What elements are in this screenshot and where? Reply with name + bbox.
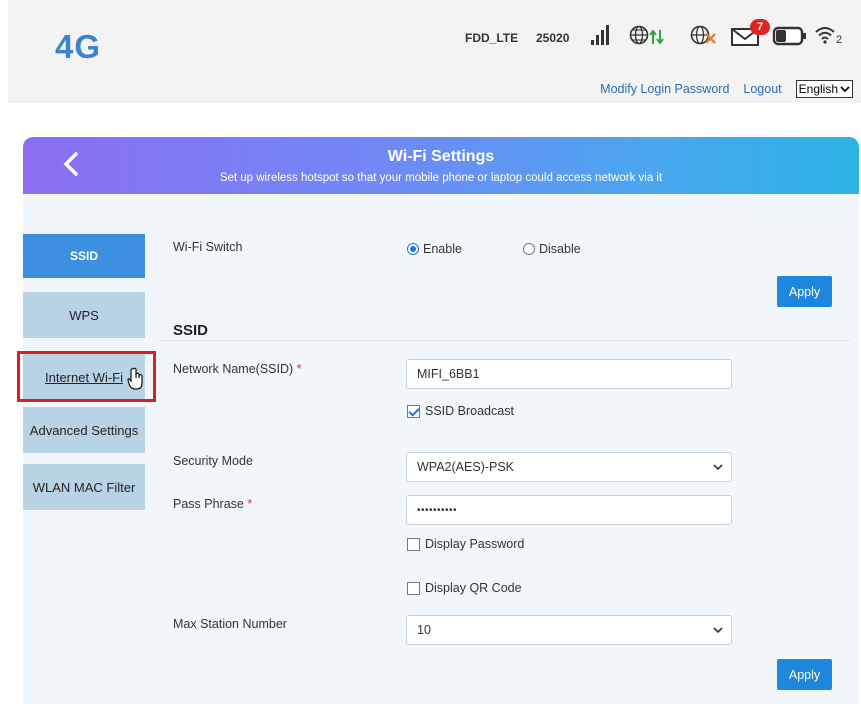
security-mode-value: WPA2(AES)-PSK: [417, 460, 515, 474]
section-divider: [160, 340, 850, 341]
display-password-label: Display Password: [425, 537, 525, 551]
sidebar-item-wps[interactable]: WPS: [23, 292, 145, 338]
pass-phrase-input[interactable]: ••••••••••: [406, 495, 732, 525]
max-station-select[interactable]: 10: [406, 615, 732, 645]
sidebar-item-wlan-mac-filter[interactable]: WLAN MAC Filter: [23, 464, 145, 510]
disable-radio-button[interactable]: [523, 243, 535, 255]
sidebar-item-label: WLAN MAC Filter: [32, 479, 136, 495]
display-qr-check[interactable]: [407, 581, 420, 595]
page-title: Wi-Fi Settings: [387, 148, 495, 165]
wifi-icon: [815, 27, 835, 44]
apply-switch-button[interactable]: Apply: [777, 276, 832, 307]
globe-roaming-off-icon: [690, 25, 716, 45]
ssid-broadcast-checkbox[interactable]: SSID Broadcast: [407, 404, 514, 418]
enable-radio-button[interactable]: [407, 243, 419, 255]
language-select[interactable]: English: [795, 80, 853, 98]
sidebar-item-label: SSID: [69, 249, 98, 263]
display-password-checkbox[interactable]: Display Password: [407, 537, 524, 551]
pass-phrase-label: Pass Phrase *: [173, 497, 253, 511]
globe-data-icon: [629, 25, 664, 45]
display-password-check[interactable]: [407, 537, 420, 551]
page-subtitle: Set up wireless hotspot so that your mob…: [219, 172, 663, 184]
ssid-broadcast-label: SSID Broadcast: [425, 404, 514, 418]
chevron-down-icon: [840, 86, 850, 93]
sidebar-item-label: WPS: [69, 307, 99, 323]
ssid-broadcast-check[interactable]: [407, 404, 420, 418]
signal-bars-icon: [591, 25, 609, 45]
required-mark: *: [296, 362, 302, 376]
enable-radio[interactable]: Enable: [407, 242, 462, 256]
sidebar-item-ssid[interactable]: SSID: [23, 234, 145, 278]
max-station-value: 10: [417, 623, 431, 637]
disable-radio[interactable]: Disable: [523, 242, 581, 256]
pass-phrase-value: ••••••••••: [417, 504, 458, 516]
page-banner: Wi-Fi Settings Set up wireless hotspot s…: [23, 137, 859, 194]
display-qr-label: Display QR Code: [425, 581, 522, 595]
ssid-label: Network Name(SSID) *: [173, 362, 302, 376]
sidebar-item-label: Advanced Settings: [29, 422, 139, 438]
required-mark: *: [247, 497, 253, 511]
top-header: 4G FDD_LTE 25020 7 2 Modify Login Passwo…: [8, 0, 861, 103]
battery-icon: [772, 26, 806, 46]
sidebar-item-advanced-settings[interactable]: Advanced Settings: [23, 407, 145, 453]
security-mode-label: Security Mode: [173, 454, 253, 468]
display-qr-checkbox[interactable]: Display QR Code: [407, 581, 522, 595]
disable-label: Disable: [539, 242, 581, 256]
network-code: 25020: [536, 31, 570, 45]
message-badge: 7: [750, 19, 770, 35]
hand-cursor-icon: [127, 367, 143, 390]
logout-link[interactable]: Logout: [743, 82, 781, 96]
apply-settings-button[interactable]: Apply: [777, 659, 832, 690]
security-mode-select[interactable]: WPA2(AES)-PSK: [406, 452, 732, 482]
message-count: 7: [756, 21, 764, 33]
wifi-switch-label: Wi-Fi Switch: [173, 240, 243, 254]
chevron-down-icon: [713, 464, 723, 471]
wifi-client-count: 2: [836, 34, 843, 46]
section-title: SSID: [173, 322, 209, 339]
header-links: Modify Login Password Logout English: [586, 80, 853, 98]
ssid-value: MIFI_6BB1: [417, 367, 480, 381]
enable-label: Enable: [423, 242, 462, 256]
language-value: English: [798, 82, 838, 96]
network-type: FDD_LTE: [465, 31, 519, 45]
chevron-down-icon: [713, 627, 723, 634]
ssid-input[interactable]: MIFI_6BB1: [406, 359, 732, 389]
max-station-label: Max Station Number: [173, 617, 287, 631]
brand-logo: 4G: [55, 28, 102, 65]
modify-password-link[interactable]: Modify Login Password: [600, 82, 729, 96]
